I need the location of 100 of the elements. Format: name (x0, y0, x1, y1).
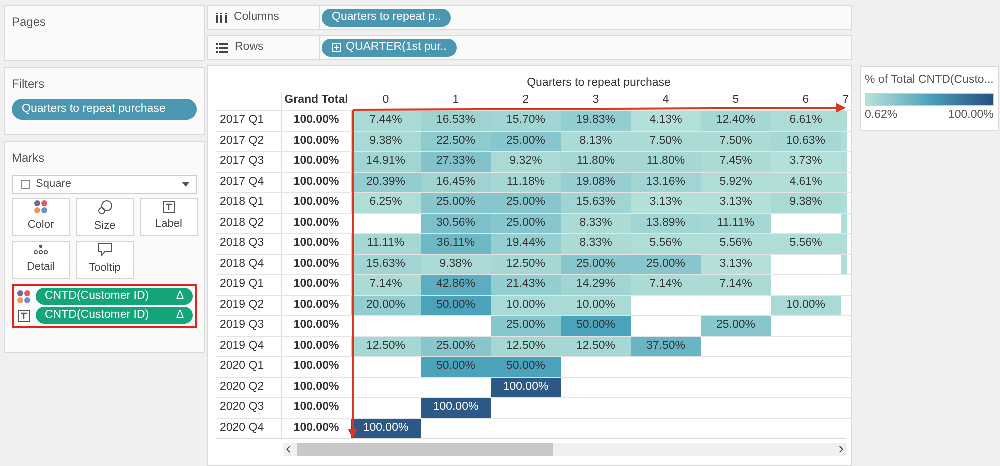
shelf-label: Columns (234, 10, 280, 25)
row-header: 2017 Q2 (219, 134, 266, 149)
heatmap-cell: 11.11% (351, 234, 421, 254)
heatmap-cell: 37.50% (631, 336, 701, 356)
heatmap-cell: 15.63% (351, 254, 421, 274)
heatmap-cell: 7.14% (701, 275, 771, 294)
heatmap-cell: 9.32% (491, 152, 561, 172)
heatmap-cell: 3.13% (631, 193, 701, 212)
grand-total-cell: 100.00% (281, 214, 351, 233)
heatmap-cell: 9.38% (421, 254, 491, 274)
panel-title: Pages (12, 14, 48, 31)
heatmap-cell: 25.00% (631, 254, 701, 274)
heatmap-cell: 50.00% (421, 357, 491, 376)
row-header: 2018 Q3 (219, 236, 266, 252)
heatmap-cell: 100.00% (351, 418, 421, 438)
grand-total-cell: 100.00% (281, 378, 351, 397)
heatmap-cell: 7.50% (701, 132, 771, 151)
column-header: 3 (592, 93, 600, 108)
heatmap-cell: 30.56% (421, 214, 491, 233)
row-header: 2018 Q4 (219, 256, 266, 272)
heatmap-cell: 16.53% (421, 111, 491, 130)
heatmap-cell: 50.00% (421, 296, 491, 315)
heatmap-cell: 14.29% (561, 275, 631, 294)
mark-property-button[interactable]: Color (12, 198, 70, 236)
mark-property-button[interactable]: Label (140, 198, 198, 236)
heatmap-cell: 4.61% (771, 172, 841, 192)
heatmap-cell: 25.00% (421, 336, 491, 356)
column-axis-title: Quarters to repeat purchase (526, 76, 672, 91)
row-header: 2020 Q4 (219, 420, 266, 436)
row-header: 2018 Q1 (219, 195, 266, 210)
mark-property-button[interactable]: Detail (12, 241, 70, 279)
heatmap-cell: 7.14% (351, 275, 421, 294)
column-header: 7 (842, 93, 850, 108)
heatmap-cell: 3.73% (771, 152, 841, 172)
heatmap-cell: 10.00% (771, 296, 841, 315)
color-dots-icon (34, 200, 48, 214)
row-header: 2020 Q2 (219, 380, 266, 395)
heatmap-cell: 50.00% (561, 316, 631, 336)
heatmap-cell: 19.08% (561, 172, 631, 192)
pill-label: CNTD(Customer ID) (45, 288, 150, 304)
heatmap-cell: 12.50% (491, 336, 561, 356)
heatmap-cell: 5.56% (631, 234, 701, 254)
heatmap-cell: 13.16% (631, 172, 701, 192)
heatmap-cell: 3.13% (701, 193, 771, 212)
heatmap-cell: 12.50% (491, 254, 561, 274)
legend-title: % of Total CNTD(Custo... (865, 73, 994, 88)
heatmap-cell: 27.33% (421, 152, 491, 172)
row-header: 2020 Q3 (219, 400, 266, 416)
delta-icon: Δ (176, 288, 184, 306)
heatmap-cell: 25.00% (491, 316, 561, 336)
heatmap-cell: 50.00% (491, 357, 561, 376)
heatmap-cell: 19.83% (561, 111, 631, 130)
pill-label: CNTD(Customer ID) (45, 308, 150, 323)
row-header: 2019 Q4 (219, 338, 266, 354)
heatmap-cell: 12.50% (561, 336, 631, 356)
heatmap-cell: 16.45% (421, 172, 491, 192)
text-label-icon (163, 201, 175, 214)
heatmap-cell: 22.50% (421, 132, 491, 151)
column-header: 1 (452, 93, 460, 108)
heatmap-cell: 7.14% (631, 275, 701, 294)
speech-bubble-icon (98, 243, 112, 258)
heatmap-cell: 10.63% (771, 132, 841, 151)
row-header: 2018 Q2 (219, 216, 266, 231)
heatmap-cell: 5.92% (701, 172, 771, 192)
heatmap-cell: 25.00% (421, 193, 491, 212)
size-circles-icon (98, 200, 112, 215)
expand-icon (332, 43, 341, 52)
grand-total-cell: 100.00% (281, 398, 351, 418)
grand-total-cell: 100.00% (281, 316, 351, 336)
mark-property-button[interactable]: Tooltip (76, 241, 134, 279)
row-header: 2019 Q3 (219, 318, 266, 334)
scrollbar-thumb[interactable] (297, 443, 553, 456)
row-header: 2017 Q1 (219, 113, 266, 128)
heatmap-cell: 7.50% (631, 132, 701, 151)
mark-type-dropdown[interactable]: Square (12, 175, 197, 194)
detail-dots-icon (33, 244, 49, 256)
heatmap-cell: 12.50% (351, 336, 421, 356)
delta-icon: Δ (176, 306, 184, 324)
rows-icon (216, 42, 228, 52)
column-header: Grand Total (281, 92, 351, 110)
row-header: 2019 Q2 (219, 298, 266, 313)
heatmap-cell: 15.63% (561, 193, 631, 212)
heatmap-cell: 9.38% (771, 193, 841, 212)
row-header: 2020 Q1 (219, 359, 266, 374)
heatmap-cell: 9.38% (351, 132, 421, 151)
heatmap-cell: 7.45% (701, 152, 771, 172)
horizontal-scrollbar[interactable] (283, 443, 847, 456)
heatmap-cell: 8.33% (561, 214, 631, 233)
heatmap-cell: 4.13% (631, 111, 701, 130)
heatmap-cell: 8.13% (561, 132, 631, 151)
caret-icon (182, 182, 190, 187)
heatmap-cell: 21.43% (491, 275, 561, 294)
heatmap-cell: 25.00% (491, 132, 561, 151)
heatmap-cell: 42.86% (421, 275, 491, 294)
heatmap-cell: 14.91% (351, 152, 421, 172)
heatmap-cell: 3.13% (701, 254, 771, 274)
legend-min-label: 0.62% (865, 108, 898, 124)
column-header: 0 (382, 93, 390, 108)
column-header: 6 (802, 93, 810, 108)
mark-property-button[interactable]: Size (76, 198, 134, 236)
